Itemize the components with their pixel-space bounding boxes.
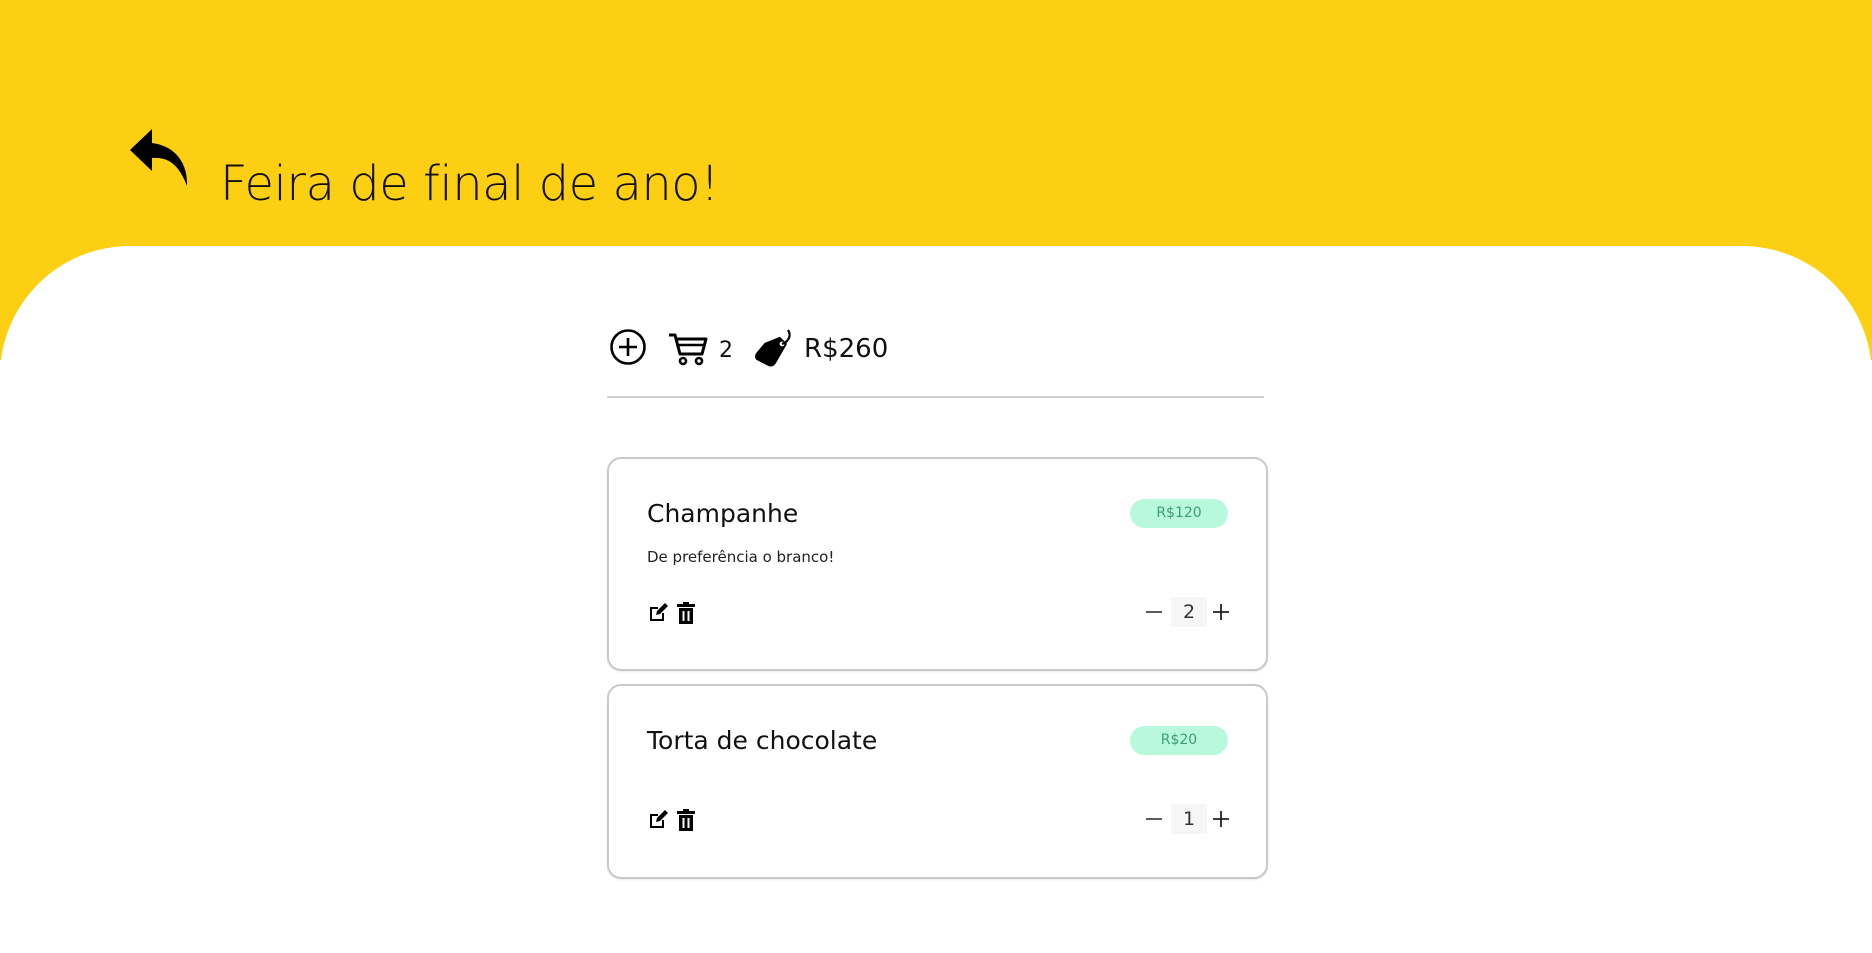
increase-quantity-button[interactable]: [1211, 602, 1231, 622]
item-description: De preferência o branco!: [647, 548, 835, 566]
trash-icon: [677, 602, 695, 624]
page-title: Feira de final de ano!: [220, 156, 719, 212]
back-button[interactable]: [128, 126, 192, 190]
item-name: Torta de chocolate: [647, 726, 878, 755]
list-item: Torta de chocolate R$20 1: [607, 684, 1268, 879]
decrease-quantity-button[interactable]: [1144, 602, 1164, 622]
quantity-value: 2: [1171, 597, 1207, 627]
edit-button[interactable]: [647, 602, 669, 624]
edit-icon: [650, 810, 668, 828]
increase-quantity-button[interactable]: [1211, 809, 1231, 829]
plus-circle-icon: [610, 329, 646, 365]
delete-button[interactable]: [675, 809, 697, 831]
edit-button[interactable]: [647, 809, 669, 831]
price-tag-icon: [752, 328, 796, 368]
item-name: Champanhe: [647, 499, 799, 528]
delete-button[interactable]: [675, 602, 697, 624]
shopping-cart-icon: [667, 330, 711, 366]
add-item-button[interactable]: [609, 328, 647, 366]
edit-icon: [650, 603, 668, 621]
summary-toolbar: 2 R$260: [607, 326, 1264, 398]
price-badge: R$120: [1130, 499, 1228, 528]
plus-icon: [1213, 604, 1229, 620]
decrease-quantity-button[interactable]: [1144, 809, 1164, 829]
cart-item-count: 2: [719, 338, 733, 363]
list-item: Champanhe R$120 De preferência o branco!…: [607, 457, 1268, 671]
minus-icon: [1146, 611, 1162, 613]
minus-icon: [1146, 818, 1162, 820]
reply-arrow-icon: [130, 129, 188, 186]
quantity-value: 1: [1171, 804, 1207, 834]
total-price: R$260: [804, 334, 889, 364]
plus-icon: [1213, 811, 1229, 827]
price-badge: R$20: [1130, 726, 1228, 755]
trash-icon: [677, 809, 695, 831]
